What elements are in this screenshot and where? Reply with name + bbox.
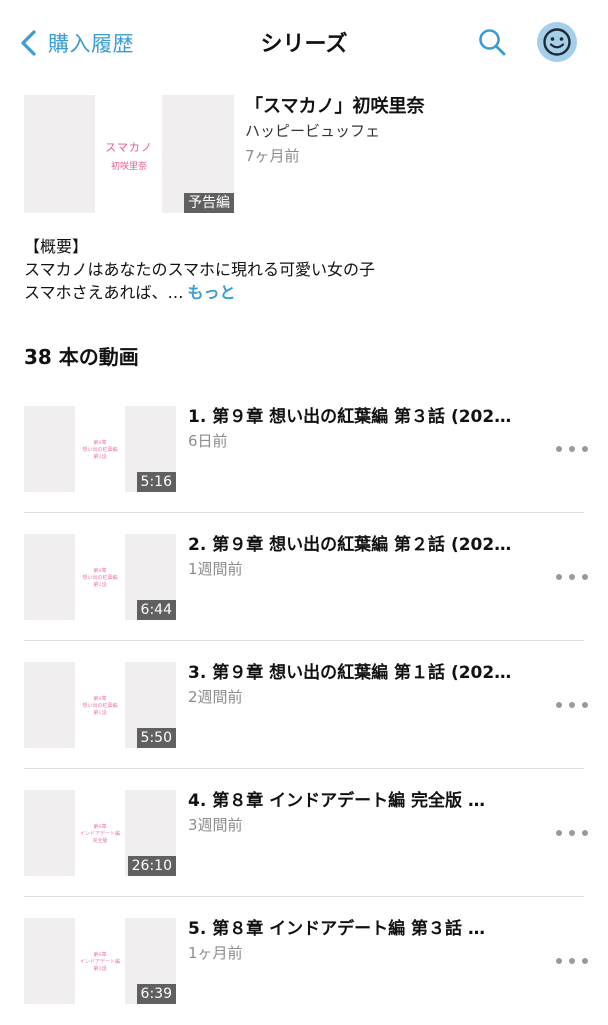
thumbnail-caption-line: 第8章 <box>93 824 107 830</box>
overview: 【概要】 スマカノはあなたのスマホに現れる可愛い女の子 スマホさえあれば、… もっ… <box>24 235 594 304</box>
thumbnail-caption: 第9章 想い出の紅葉編 第3話 <box>75 440 125 461</box>
thumbnail-caption-line: 第3話 <box>93 454 107 460</box>
thumbnail-title: スマカノ 初咲里奈 <box>96 139 162 172</box>
video-count: 38 本の動画 <box>24 345 139 369</box>
video-thumbnail: 第9章 想い出の紅葉編 第1話 5:50 <box>24 662 176 748</box>
thumbnail-caption-line: 第3話 <box>93 966 107 972</box>
nav-header: 購入履歴 シリーズ <box>0 0 608 86</box>
video-thumbnail: 第9章 想い出の紅葉編 第2話 6:44 <box>24 534 176 620</box>
video-date: 1ヶ月前 <box>188 944 243 962</box>
video-list: 第9章 想い出の紅葉編 第3話 5:16 1. 第９章 想い出の紅葉編 第３話 … <box>0 385 608 1025</box>
thumbnail-panel-left <box>24 918 75 1004</box>
more-options-icon[interactable] <box>556 955 588 967</box>
page-title: シリーズ <box>260 32 348 57</box>
series-author[interactable]: ハッピービュッフェ <box>245 120 380 141</box>
video-row[interactable]: 第9章 想い出の紅葉編 第2話 6:44 2. 第９章 想い出の紅葉編 第２話 … <box>0 513 608 641</box>
thumbnail-caption: 第9章 想い出の紅葉編 第1話 <box>75 696 125 717</box>
video-row[interactable]: 第9章 想い出の紅葉編 第1話 5:50 3. 第９章 想い出の紅葉編 第１話 … <box>0 641 608 769</box>
series-title: 「スマカノ」初咲里奈 <box>245 96 425 117</box>
thumbnail-caption-line: 想い出の紅葉編 <box>82 575 118 581</box>
more-options-icon[interactable] <box>556 699 588 711</box>
video-row[interactable]: 第8章 インドアデート編 完全版 26:10 4. 第８章 インドアデート編 完… <box>0 769 608 897</box>
thumbnail-caption-line: 第2話 <box>93 582 107 588</box>
thumbnail-caption-line: 完全版 <box>92 838 108 844</box>
duration-badge: 6:44 <box>136 600 176 620</box>
smiley-face-icon <box>543 28 571 56</box>
search-icon[interactable] <box>477 27 507 57</box>
avatar[interactable] <box>537 22 577 62</box>
more-options-icon[interactable] <box>556 443 588 455</box>
video-title: 3. 第９章 想い出の紅葉編 第１話 (202… <box>188 663 512 683</box>
thumbnail-caption-line: インドアデート編 <box>79 959 120 965</box>
video-date: 2週間前 <box>188 688 243 706</box>
video-title: 5. 第８章 インドアデート編 第３話 … <box>188 919 485 939</box>
duration-badge: 5:16 <box>136 472 176 492</box>
overview-line-2: スマホさえあれば、… <box>24 283 184 302</box>
video-date: 6日前 <box>188 432 228 450</box>
thumbnail-caption: 第9章 想い出の紅葉編 第2話 <box>75 568 125 589</box>
video-date: 3週間前 <box>188 816 243 834</box>
video-date: 1週間前 <box>188 560 243 578</box>
thumbnail-caption-line: 想い出の紅葉編 <box>82 447 118 453</box>
thumbnail-caption: 第8章 インドアデート編 第3話 <box>75 952 125 973</box>
thumbnail-caption-line: 想い出の紅葉編 <box>82 703 118 709</box>
thumbnail-panel-left <box>24 95 95 213</box>
thumbnail-caption: 第8章 インドアデート編 完全版 <box>75 824 125 845</box>
thumbnail-caption-line: 第9章 <box>93 440 107 446</box>
overview-line: スマカノはあなたのスマホに現れる可愛い女の子 <box>24 260 376 279</box>
duration-badge: 5:50 <box>136 728 176 748</box>
thumbnail-text-2: 初咲里奈 <box>110 162 147 172</box>
thumbnail-caption-line: 第9章 <box>93 696 107 702</box>
series-thumbnail[interactable]: スマカノ 初咲里奈 予告編 <box>24 95 234 213</box>
thumbnail-panel-left <box>24 790 75 876</box>
video-title: 2. 第９章 想い出の紅葉編 第２話 (202… <box>188 535 512 555</box>
trailer-badge: 予告編 <box>184 193 234 213</box>
thumbnail-panel-left <box>24 406 75 492</box>
video-title: 1. 第９章 想い出の紅葉編 第３話 (202… <box>188 407 512 427</box>
thumbnail-caption-line: 第1話 <box>93 710 107 716</box>
thumbnail-caption-line: 第8章 <box>93 952 107 958</box>
thumbnail-caption-line: 第9章 <box>93 568 107 574</box>
duration-badge: 6:39 <box>136 984 176 1004</box>
thumbnail-caption-line: インドアデート編 <box>79 831 120 837</box>
overview-line: スマホさえあれば、… もっと <box>24 281 594 304</box>
more-options-icon[interactable] <box>556 827 588 839</box>
video-thumbnail: 第9章 想い出の紅葉編 第3話 5:16 <box>24 406 176 492</box>
more-options-icon[interactable] <box>556 571 588 583</box>
video-title: 4. 第８章 インドアデート編 完全版 … <box>188 791 485 811</box>
video-thumbnail: 第8章 インドアデート編 完全版 26:10 <box>24 790 176 876</box>
overview-heading: 【概要】 <box>24 237 89 256</box>
series-date: 7ヶ月前 <box>245 147 300 165</box>
video-row[interactable]: 第9章 想い出の紅葉編 第3話 5:16 1. 第９章 想い出の紅葉編 第３話 … <box>0 385 608 513</box>
video-thumbnail: 第8章 インドアデート編 第3話 6:39 <box>24 918 176 1004</box>
thumbnail-panel-left <box>24 534 75 620</box>
thumbnail-text-1: スマカノ <box>105 141 153 154</box>
more-link[interactable]: もっと <box>188 283 236 302</box>
video-row[interactable]: 第8章 インドアデート編 第3話 6:39 5. 第８章 インドアデート編 第３… <box>0 897 608 1025</box>
duration-badge: 26:10 <box>127 856 176 876</box>
thumbnail-panel-left <box>24 662 75 748</box>
